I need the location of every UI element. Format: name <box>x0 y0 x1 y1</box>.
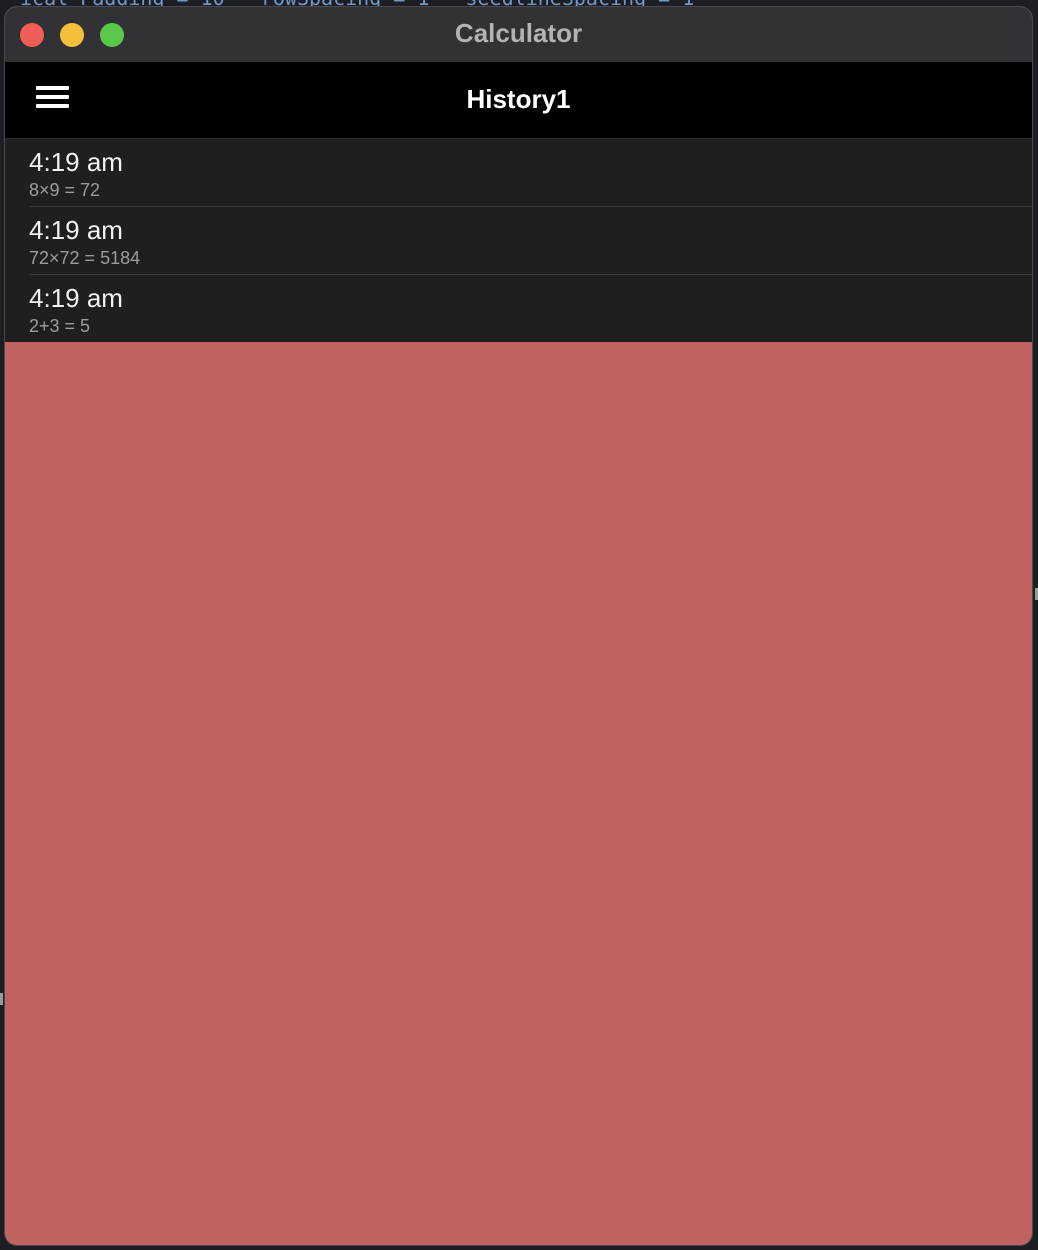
history-item-time: 4:19 am <box>29 283 123 313</box>
history-item[interactable]: 4:19 am 8×9 = 72 <box>5 139 1032 206</box>
window-title: Calculator <box>454 18 583 48</box>
navigation-bar: History1 <box>5 62 1032 139</box>
history-item[interactable]: 4:19 am 2+3 = 5 <box>5 274 1032 342</box>
history-item-expression: 8×9 = 72 <box>29 180 101 200</box>
calculator-window: Calculator History1 4:19 am 8×9 = 72 4:1… <box>5 7 1032 1245</box>
history-item-expression: 2+3 = 5 <box>29 316 91 336</box>
history-item-time: 4:19 am <box>29 215 123 245</box>
page-title: History1 <box>466 84 571 114</box>
window-titlebar[interactable]: Calculator <box>5 7 1032 62</box>
history-item-time: 4:19 am <box>29 147 123 177</box>
window-resize-handle[interactable] <box>0 993 3 1005</box>
history-item-expression: 72×72 = 5184 <box>29 248 141 268</box>
history-list: 4:19 am 8×9 = 72 4:19 am 72×72 = 5184 4:… <box>5 139 1032 342</box>
history-item[interactable]: 4:19 am 72×72 = 5184 <box>5 206 1032 274</box>
